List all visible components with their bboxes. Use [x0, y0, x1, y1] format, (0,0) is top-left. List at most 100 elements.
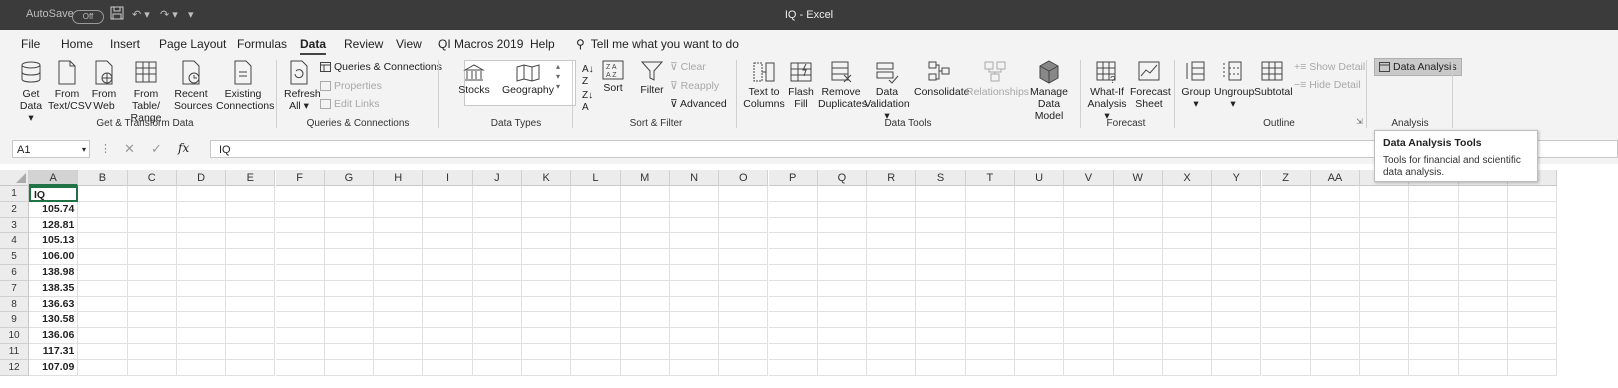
- empty-cell[interactable]: [423, 280, 473, 297]
- empty-cell[interactable]: [226, 296, 276, 313]
- empty-cell[interactable]: [1015, 328, 1065, 344]
- empty-cell[interactable]: [867, 233, 917, 250]
- empty-cell[interactable]: [275, 265, 325, 281]
- empty-cell[interactable]: [719, 280, 769, 297]
- empty-cell[interactable]: [78, 344, 128, 360]
- empty-cell[interactable]: [719, 359, 769, 376]
- empty-cell[interactable]: [226, 359, 276, 376]
- empty-cell[interactable]: [472, 312, 522, 329]
- empty-cell[interactable]: [1113, 344, 1163, 360]
- empty-cell[interactable]: [176, 201, 227, 218]
- empty-cell[interactable]: [127, 296, 177, 313]
- stocks-button[interactable]: Stocks: [456, 64, 492, 96]
- empty-cell[interactable]: [1409, 249, 1459, 265]
- empty-cell[interactable]: [1015, 201, 1065, 218]
- empty-cell[interactable]: [374, 359, 424, 376]
- empty-cell[interactable]: [669, 201, 720, 218]
- empty-cell[interactable]: [522, 280, 572, 297]
- empty-cell[interactable]: [78, 280, 128, 297]
- empty-cell[interactable]: [522, 265, 572, 281]
- empty-cell[interactable]: [127, 249, 177, 265]
- show-detail-button[interactable]: +≡ Show Detail: [1294, 61, 1365, 73]
- edit-links-button[interactable]: Edit Links: [320, 98, 380, 110]
- what-if-analysis-button[interactable]: ? What-If Analysis ▾: [1086, 60, 1128, 122]
- empty-cell[interactable]: [571, 359, 621, 376]
- from-web-button[interactable]: From Web: [90, 60, 118, 112]
- tab-review[interactable]: Review: [344, 37, 383, 51]
- relationships-button[interactable]: Relationships: [966, 60, 1029, 98]
- empty-cell[interactable]: [1064, 312, 1114, 329]
- empty-cell[interactable]: [1162, 344, 1213, 360]
- column-header[interactable]: Z: [1261, 170, 1311, 186]
- empty-cell[interactable]: [1508, 201, 1558, 218]
- empty-cell[interactable]: [1261, 265, 1311, 281]
- empty-cell[interactable]: [669, 359, 720, 376]
- name-box[interactable]: A1 ▾: [12, 140, 90, 158]
- tab-page-layout[interactable]: Page Layout: [159, 37, 226, 51]
- empty-cell[interactable]: [1360, 359, 1410, 376]
- empty-cell[interactable]: [1409, 217, 1459, 234]
- empty-cell[interactable]: [1508, 249, 1558, 265]
- empty-cell[interactable]: [620, 312, 670, 329]
- column-header[interactable]: M: [620, 170, 670, 186]
- empty-cell[interactable]: [226, 249, 276, 265]
- empty-cell[interactable]: [965, 217, 1015, 234]
- empty-cell[interactable]: [1212, 296, 1262, 313]
- empty-cell[interactable]: [1261, 344, 1311, 360]
- empty-cell[interactable]: [1310, 296, 1361, 313]
- empty-cell[interactable]: [916, 312, 966, 329]
- empty-cell[interactable]: [374, 217, 424, 234]
- tab-insert[interactable]: Insert: [110, 37, 140, 51]
- empty-cell[interactable]: [1015, 312, 1065, 329]
- column-header[interactable]: O: [719, 170, 769, 186]
- empty-cell[interactable]: [127, 359, 177, 376]
- empty-cell[interactable]: [768, 280, 818, 297]
- row-header[interactable]: 10: [0, 328, 29, 344]
- empty-cell[interactable]: [1064, 249, 1114, 265]
- empty-cell[interactable]: [176, 296, 227, 313]
- tab-view[interactable]: View: [396, 37, 422, 51]
- empty-cell[interactable]: [226, 344, 276, 360]
- empty-cell[interactable]: [965, 312, 1015, 329]
- empty-cell[interactable]: [1458, 186, 1508, 202]
- empty-cell[interactable]: [1360, 186, 1410, 202]
- empty-cell[interactable]: [472, 249, 522, 265]
- empty-cell[interactable]: [1113, 217, 1163, 234]
- empty-cell[interactable]: [571, 186, 621, 202]
- empty-cell[interactable]: [867, 312, 917, 329]
- empty-cell[interactable]: [620, 186, 670, 202]
- from-text-csv-button[interactable]: From Text/CSV: [48, 60, 92, 112]
- empty-cell[interactable]: [817, 249, 868, 265]
- empty-cell[interactable]: [1508, 186, 1558, 202]
- empty-cell[interactable]: [669, 249, 720, 265]
- data-cell[interactable]: 106.00: [29, 249, 79, 265]
- empty-cell[interactable]: [78, 328, 128, 344]
- empty-cell[interactable]: [1508, 312, 1558, 329]
- empty-cell[interactable]: [1015, 249, 1065, 265]
- column-header[interactable]: N: [669, 170, 720, 186]
- row-header[interactable]: 9: [0, 312, 29, 329]
- empty-cell[interactable]: [1310, 265, 1361, 281]
- empty-cell[interactable]: [1212, 344, 1262, 360]
- empty-cell[interactable]: [522, 201, 572, 218]
- empty-cell[interactable]: [1212, 359, 1262, 376]
- empty-cell[interactable]: [1458, 344, 1508, 360]
- forecast-sheet-button[interactable]: Forecast Sheet: [1130, 60, 1171, 110]
- empty-cell[interactable]: [867, 280, 917, 297]
- empty-cell[interactable]: [423, 328, 473, 344]
- empty-cell[interactable]: [127, 344, 177, 360]
- empty-cell[interactable]: [1310, 249, 1361, 265]
- empty-cell[interactable]: [176, 312, 227, 329]
- empty-cell[interactable]: [620, 217, 670, 234]
- empty-cell[interactable]: [965, 328, 1015, 344]
- empty-cell[interactable]: [916, 201, 966, 218]
- empty-cell[interactable]: [965, 186, 1015, 202]
- empty-cell[interactable]: [1310, 344, 1361, 360]
- empty-cell[interactable]: [1015, 344, 1065, 360]
- empty-cell[interactable]: [1064, 280, 1114, 297]
- empty-cell[interactable]: [472, 233, 522, 250]
- empty-cell[interactable]: [127, 328, 177, 344]
- empty-cell[interactable]: [916, 249, 966, 265]
- clear-filter-button[interactable]: ⊽ Clear: [670, 61, 706, 73]
- column-header[interactable]: V: [1064, 170, 1114, 186]
